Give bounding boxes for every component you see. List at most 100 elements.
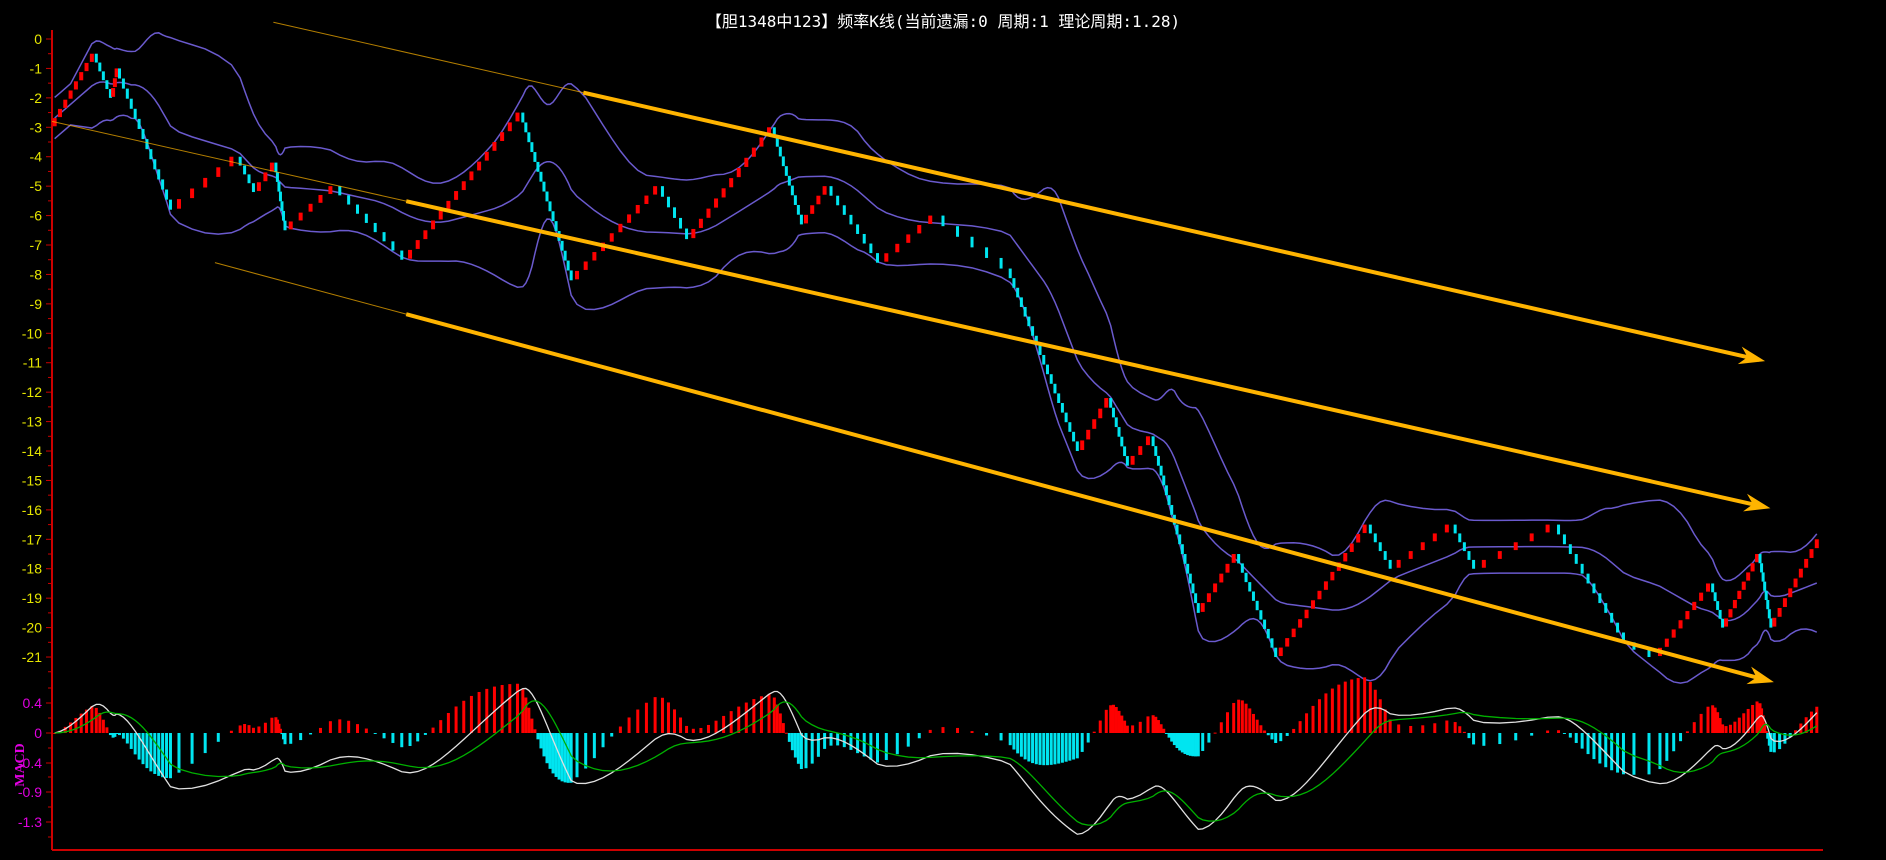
macd-bar-negative (584, 733, 588, 769)
renko-brick-down (274, 162, 278, 173)
renko-brick-up (500, 132, 505, 142)
y-tick-label: -13 (22, 414, 42, 430)
renko-brick-down (1610, 612, 1614, 623)
renko-brick-up (592, 252, 597, 261)
macd-bar-positive (660, 697, 664, 733)
renko-brick-down (790, 185, 794, 196)
y-tick-label: -20 (22, 620, 42, 636)
macd-bar-negative (216, 733, 220, 742)
macd-bar-positive (1120, 715, 1124, 733)
macd-bar-negative (1057, 733, 1061, 764)
renko-brick-down (283, 220, 287, 231)
renko-brick-up (73, 81, 78, 90)
macd-bar-positive (1317, 699, 1321, 733)
renko-brick-up (1298, 619, 1303, 628)
renko-brick-down (1016, 287, 1020, 298)
macd-bar-negative (906, 733, 910, 747)
renko-brick-down (1472, 559, 1476, 569)
macd-bar-positive (778, 713, 782, 733)
y-tick-label: -7 (30, 237, 43, 253)
renko-brick-up (1737, 590, 1742, 600)
macd-bar-positive (1219, 722, 1223, 733)
macd-bar-positive (1409, 726, 1413, 733)
renko-brick-down (1713, 592, 1717, 602)
renko-brick-down (1266, 628, 1270, 639)
renko-brick-up (1809, 549, 1814, 558)
renko-brick-down (1711, 583, 1715, 593)
macd-bar-negative (1568, 733, 1572, 738)
renko-brick-down (125, 88, 129, 99)
renko-brick-up (1330, 571, 1335, 581)
renko-brick-down (280, 201, 284, 211)
macd-bar-positive (1154, 716, 1158, 733)
macd-bar-positive (627, 717, 631, 733)
renko-brick-up (1420, 542, 1425, 551)
renko-brick-down (117, 68, 121, 79)
renko-brick-down (1019, 297, 1023, 307)
renko-brick-up (1200, 603, 1205, 612)
renko-brick-up (1285, 638, 1290, 647)
renko-brick-up (415, 240, 420, 249)
macd-bar-positive (666, 702, 670, 733)
renko-brick-down (545, 191, 549, 202)
macd-bar-positive (1815, 706, 1819, 733)
macd-bar-positive (752, 699, 756, 733)
macd-bar-negative (309, 733, 313, 735)
renko-brick-down (1462, 542, 1466, 552)
macd-bar-negative (1188, 733, 1192, 756)
renko-brick-down (247, 174, 251, 184)
y-tick-label: -6 (30, 208, 43, 224)
macd-bar-positive (1098, 720, 1102, 733)
macd-bar-negative (1194, 733, 1198, 757)
renko-brick-down (524, 122, 528, 133)
renko-brick-down (1188, 573, 1192, 584)
macd-bar-positive (1368, 681, 1372, 733)
macd-bar-negative (1266, 733, 1270, 736)
renko-brick-down (141, 128, 145, 140)
macd-bar-positive (530, 718, 534, 733)
renko-brick-up (1444, 524, 1449, 533)
renko-brick-down (105, 80, 109, 90)
renko-brick-down (985, 247, 989, 258)
macd-bar-negative (1175, 733, 1179, 749)
renko-brick-up (57, 108, 62, 118)
macd-bar-positive (1751, 704, 1755, 733)
renko-brick-down (542, 181, 546, 192)
macd-bar-positive (508, 684, 512, 733)
renko-chart: 0 -1 -2 -3 -4 -5 -6 -7 -8 -9 -10 -11 -12 -13 -14 -15 -16… (13, 21, 1823, 851)
renko-brick-down (1154, 446, 1158, 456)
y-tick-label: -4 (30, 149, 43, 165)
macd-bar-positive (1117, 710, 1121, 733)
macd-bar-positive (737, 706, 741, 733)
macd-bar-positive (1138, 721, 1142, 733)
renko-brick-down (685, 228, 689, 240)
macd-bar-negative (1467, 733, 1471, 739)
y-tick-label: -12 (22, 384, 42, 400)
renko-brick-down (1458, 533, 1462, 543)
macd-bar-positive (1255, 719, 1259, 733)
renko-brick-down (168, 199, 172, 210)
macd-bar-negative (177, 733, 181, 773)
renko-brick-down (1060, 403, 1064, 413)
macd-bar-positive (1433, 723, 1437, 733)
macd-bar-positive (431, 727, 435, 733)
renko-brick-down (165, 189, 169, 200)
bollinger-bands (54, 32, 1818, 684)
macd-bar-positive (685, 725, 689, 733)
macd-bar-negative (1178, 733, 1182, 751)
macd-tick-label: -1.3 (18, 814, 42, 830)
renko-brick-up (1755, 554, 1760, 563)
renko-brick-down (1760, 563, 1764, 573)
renko-brick-up (691, 228, 696, 239)
trend-channels (51, 21, 1774, 685)
macd-bar-positive (1724, 726, 1728, 733)
renko-brick-down (98, 62, 102, 72)
macd-bar-negative (1072, 733, 1076, 760)
macd-bar-negative (1285, 733, 1289, 736)
macd-bar-negative (999, 733, 1003, 741)
macd-bar-positive (1378, 699, 1382, 733)
macd-bar-negative (610, 733, 614, 737)
renko-brick-down (554, 221, 558, 231)
macd-bar-negative (849, 733, 853, 750)
macd-bar-positive (1311, 705, 1315, 733)
